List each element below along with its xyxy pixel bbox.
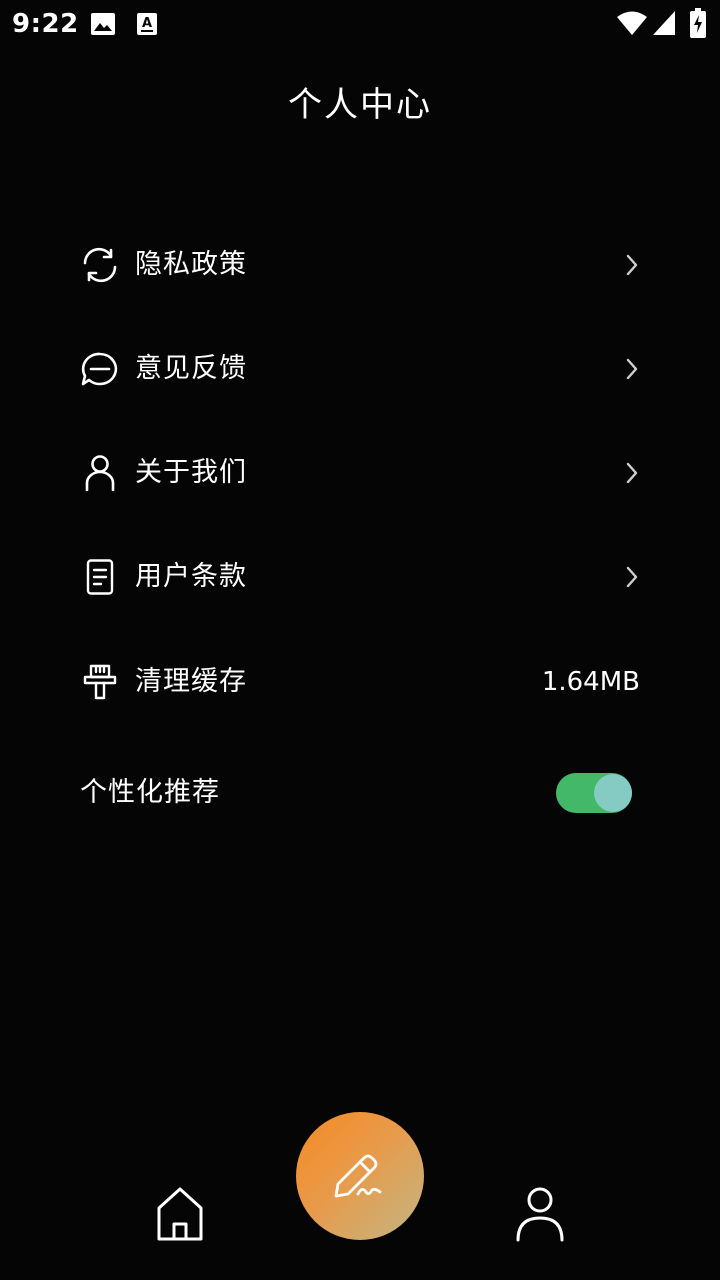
toggle-knob: [594, 774, 632, 812]
edit-pen-icon: [334, 1154, 382, 1198]
chevron-right-icon: [624, 563, 640, 591]
menu-item-label: 关于我们: [135, 457, 247, 488]
personalized-recommendation-toggle[interactable]: [556, 773, 632, 813]
chevron-right-icon: [624, 251, 640, 279]
image-icon: [90, 12, 116, 40]
a-notification-icon: A: [136, 12, 158, 40]
menu-item-label: 用户条款: [135, 561, 247, 592]
create-post-button[interactable]: [296, 1112, 424, 1240]
chevron-right-icon: [624, 459, 640, 487]
personalized-recommendation-label: 个性化推荐: [80, 777, 220, 808]
menu-item-privacy-policy[interactable]: 隐私政策: [80, 233, 640, 297]
chat-bubble-icon: [80, 351, 120, 387]
page-title: 个人中心: [288, 85, 432, 125]
menu-item-about-us[interactable]: 关于我们: [80, 441, 640, 505]
status-bar: 9:22 A: [0, 0, 720, 48]
personalized-recommendation-row: 个性化推荐: [80, 761, 640, 825]
document-icon: [80, 559, 120, 595]
menu-item-clear-cache[interactable]: 清理缓存 1.64MB: [80, 650, 640, 714]
personal-center-screen: 9:22 A 个人中心 隐私政策 意见反馈 关于我们 用户条款 清理缓存 1.6…: [0, 0, 720, 1280]
battery-charging-icon: [690, 8, 706, 42]
user-icon: [80, 455, 120, 492]
refresh-icon: [80, 247, 120, 283]
home-icon[interactable]: [154, 1186, 206, 1242]
signal-icon: [652, 10, 676, 40]
menu-item-user-terms[interactable]: 用户条款: [80, 545, 640, 609]
menu-item-label: 清理缓存: [135, 666, 247, 697]
cache-size-value: 1.64MB: [541, 667, 640, 697]
status-time: 9:22: [12, 9, 79, 39]
menu-item-label: 隐私政策: [135, 249, 247, 280]
menu-item-feedback[interactable]: 意见反馈: [80, 337, 640, 401]
profile-icon[interactable]: [514, 1186, 566, 1242]
wifi-icon: [616, 10, 648, 40]
brush-icon: [80, 664, 120, 700]
menu-item-label: 意见反馈: [135, 353, 247, 384]
svg-text:A: A: [142, 16, 152, 31]
chevron-right-icon: [624, 355, 640, 383]
